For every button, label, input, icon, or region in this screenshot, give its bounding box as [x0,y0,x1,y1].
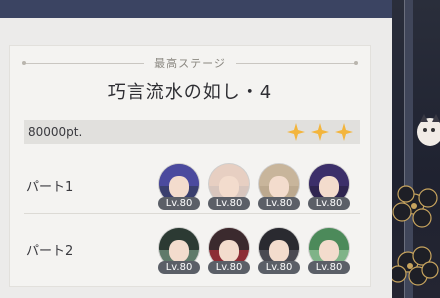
top-panel-edge [0,0,392,20]
character-avatar[interactable]: Lv.80 [208,228,250,274]
star-icon [311,123,329,141]
section-subtitle: 最高ステージ [154,57,226,70]
star-icon [335,123,353,141]
header-line-right [235,60,359,65]
party-label: パート2 [26,243,74,259]
stage-title: 巧言流水の如し・4 [107,82,273,103]
character-avatar[interactable]: Lv.80 [258,228,300,274]
mascot-icon [417,114,440,146]
header-line-left [21,60,145,65]
level-badge: Lv.80 [158,261,200,274]
score-value: 80000pt. [28,125,83,139]
flower-decoration-icon [389,185,439,286]
section-header: 最高ステージ [21,56,359,70]
level-badge: Lv.80 [308,261,350,274]
character-avatar[interactable]: Lv.80 [158,164,200,210]
party-divider [24,213,360,214]
level-badge: Lv.80 [208,197,250,210]
star-icon [287,123,305,141]
best-stage-card: 最高ステージ 巧言流水の如し・4 80000pt. パート1 Lv.80 Lv.… [10,46,370,286]
level-badge: Lv.80 [158,197,200,210]
score-bar: 80000pt. [24,120,360,144]
stage-record-panel: 最高ステージ 巧言流水の如し・4 80000pt. パート1 Lv.80 Lv.… [0,18,392,298]
level-badge: Lv.80 [258,261,300,274]
party-members: Lv.80 Lv.80 Lv.80 Lv.80 [158,228,350,274]
party-label: パート1 [26,179,74,195]
party-members: Lv.80 Lv.80 Lv.80 Lv.80 [158,164,350,210]
character-avatar[interactable]: Lv.80 [158,228,200,274]
party-row-1: パート1 Lv.80 Lv.80 Lv.80 Lv.80 [24,160,360,210]
level-badge: Lv.80 [208,261,250,274]
character-avatar[interactable]: Lv.80 [208,164,250,210]
level-badge: Lv.80 [308,197,350,210]
character-avatar[interactable]: Lv.80 [258,164,300,210]
character-avatar[interactable]: Lv.80 [308,164,350,210]
character-avatar[interactable]: Lv.80 [308,228,350,274]
level-badge: Lv.80 [258,197,300,210]
party-row-2: パート2 Lv.80 Lv.80 Lv.80 Lv.80 [24,224,360,274]
star-rating [286,122,360,142]
